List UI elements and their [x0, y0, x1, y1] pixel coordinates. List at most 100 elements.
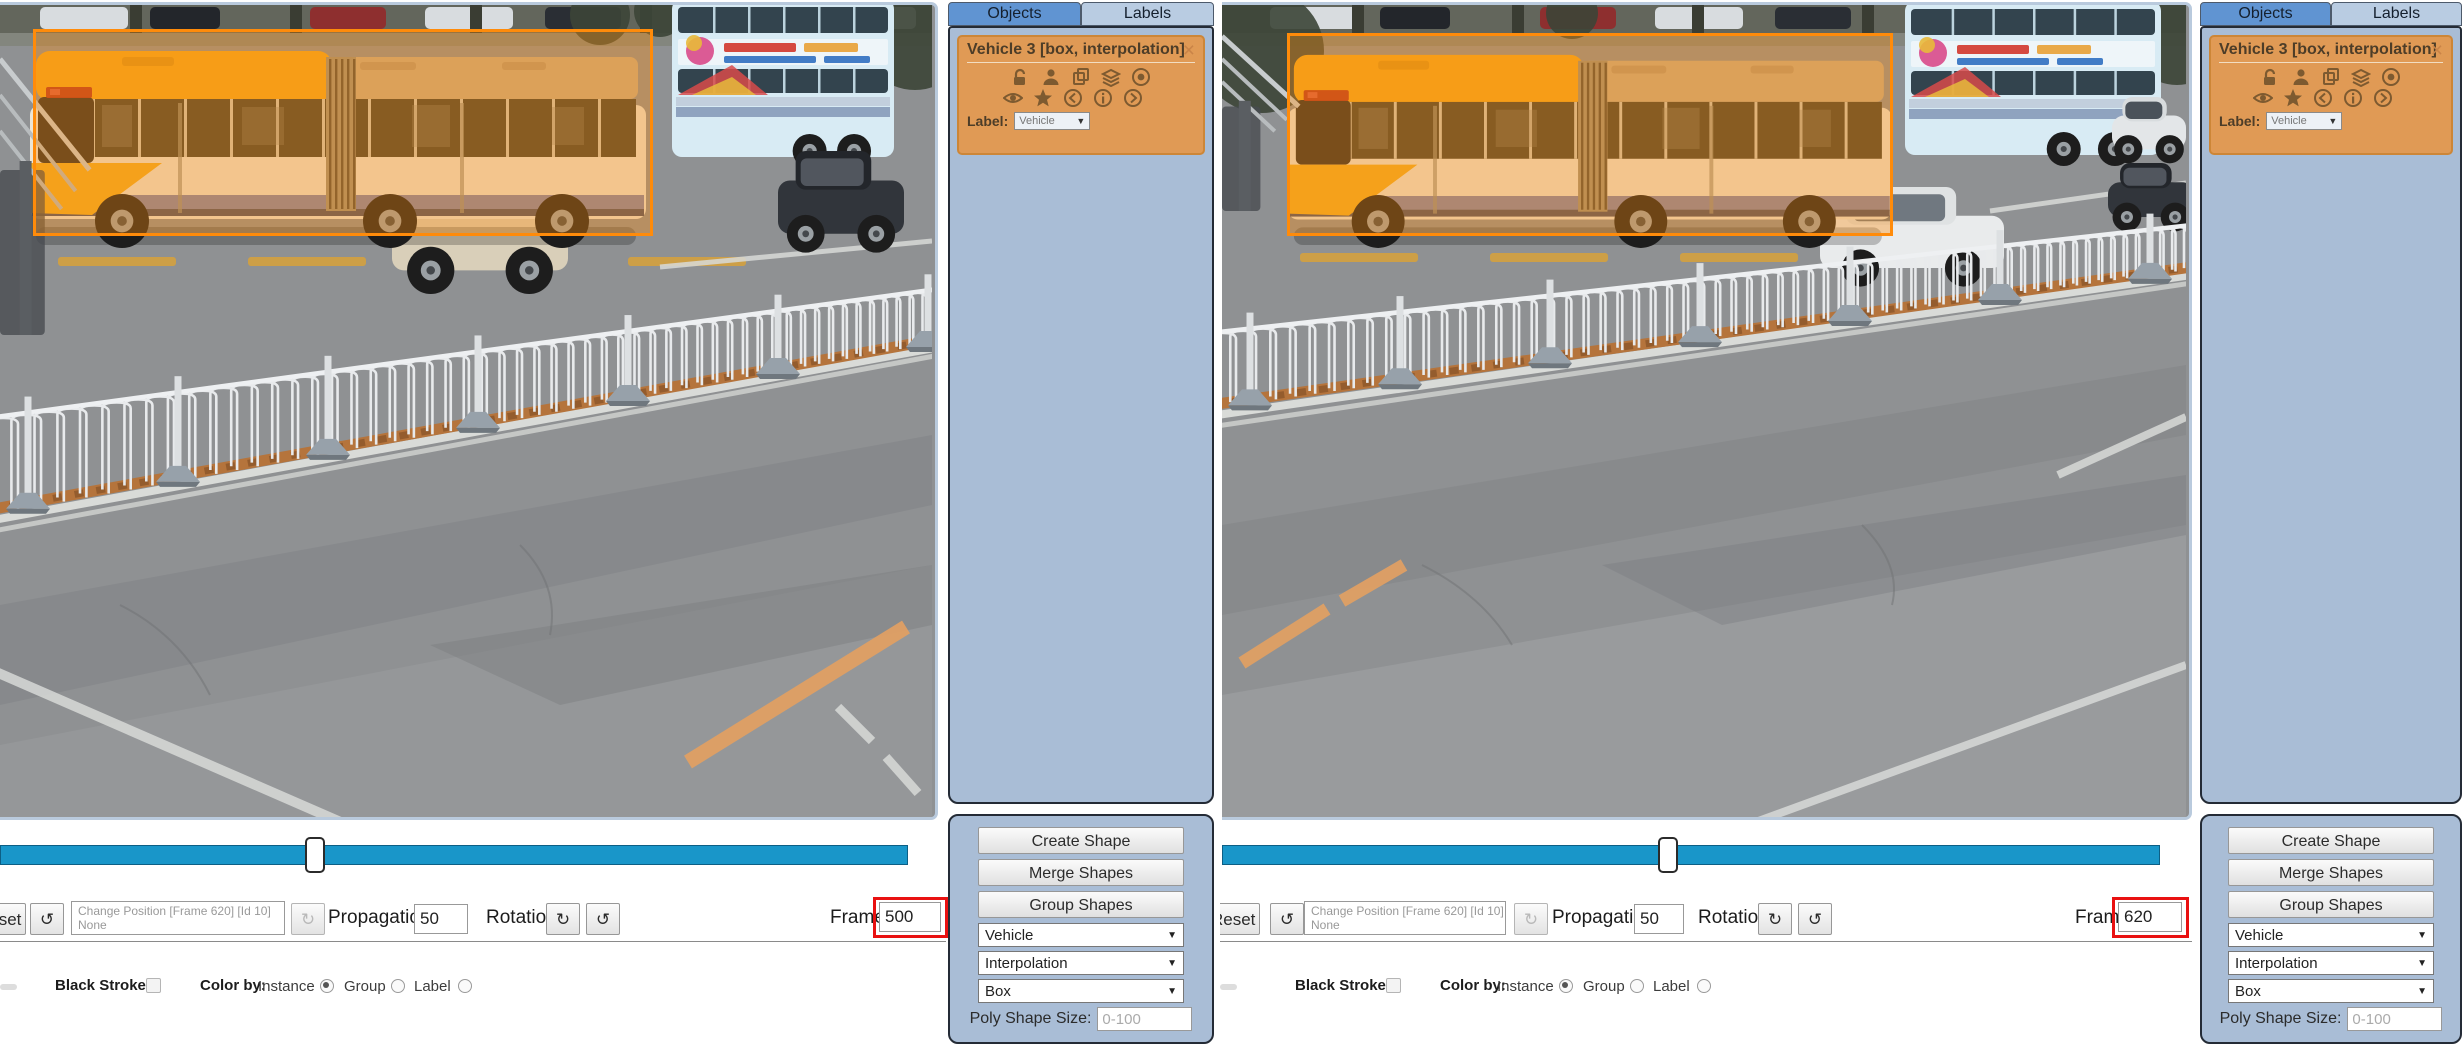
- rotate-clockwise-button[interactable]: ↻: [1758, 903, 1792, 935]
- group-shapes-button[interactable]: Group Shapes: [2228, 891, 2434, 918]
- prev-keyframe-icon[interactable]: [2313, 88, 2333, 108]
- frame-input[interactable]: [879, 902, 941, 932]
- merge-shapes-button[interactable]: Merge Shapes: [2228, 859, 2434, 886]
- group-shapes-button[interactable]: Group Shapes: [978, 891, 1184, 918]
- star-icon[interactable]: [2283, 88, 2303, 108]
- poly-shape-size-input[interactable]: [1097, 1007, 1192, 1031]
- cvat-comparison-stage: Objects Labels Vehicle 3 [box, interpola…: [0, 0, 2464, 1048]
- reset-button[interactable]: Reset: [1220, 903, 1260, 935]
- object-label-select[interactable]: Vehicle ▼: [1014, 112, 1090, 130]
- close-icon[interactable]: ×: [2431, 39, 2443, 63]
- video-canvas[interactable]: [0, 2, 938, 820]
- shape-type-select[interactable]: Box▼: [2228, 979, 2434, 1003]
- color-by-label-radio[interactable]: [1697, 979, 1711, 993]
- close-icon[interactable]: ×: [1183, 39, 1195, 63]
- chevron-down-icon: ▼: [2417, 930, 2427, 941]
- copy-icon[interactable]: [2321, 67, 2341, 87]
- history-line2: None: [78, 918, 278, 932]
- black-stroke-checkbox[interactable]: [1386, 978, 1401, 993]
- tab-objects[interactable]: Objects: [948, 2, 1081, 26]
- reset-button[interactable]: Reset: [0, 903, 26, 935]
- label-type-select[interactable]: Vehicle▼: [978, 923, 1184, 947]
- unlock-icon[interactable]: [1011, 67, 1031, 87]
- merge-shapes-button[interactable]: Merge Shapes: [978, 859, 1184, 886]
- color-by-instance-radio[interactable]: [1559, 979, 1573, 993]
- divider-line: [1220, 941, 2192, 942]
- frame-slider-handle[interactable]: [1658, 837, 1678, 873]
- keyframe-icon[interactable]: [1131, 67, 1151, 87]
- rotate-ccw-icon: ↺: [596, 910, 610, 929]
- color-by-label-radio[interactable]: [458, 979, 472, 993]
- shape-controls-panel: Create Shape Merge Shapes Group Shapes V…: [2200, 814, 2462, 1044]
- undo-icon: ↺: [1280, 910, 1294, 929]
- undo-icon: ↺: [40, 910, 54, 929]
- next-keyframe-icon[interactable]: [2373, 88, 2393, 108]
- tab-labels[interactable]: Labels: [2331, 2, 2462, 26]
- frame-slider-track[interactable]: [0, 845, 908, 865]
- color-by-instance-label: Instance: [258, 978, 315, 995]
- z-order-layers-icon[interactable]: [1101, 67, 1121, 87]
- create-shape-button[interactable]: Create Shape: [2228, 827, 2434, 854]
- occluded-person-icon[interactable]: [1041, 67, 1061, 87]
- mode-select[interactable]: Interpolation▼: [2228, 951, 2434, 975]
- frame-slider-handle[interactable]: [305, 837, 325, 873]
- copy-icon[interactable]: [1071, 67, 1091, 87]
- rotate-ccw-icon: ↺: [1808, 910, 1822, 929]
- keyframe-icon[interactable]: [2381, 67, 2401, 87]
- object-label-select[interactable]: Vehicle ▼: [2266, 112, 2342, 130]
- frame-input[interactable]: [2118, 902, 2182, 932]
- unlock-icon[interactable]: [2261, 67, 2281, 87]
- shape-type-select[interactable]: Box▼: [978, 979, 1184, 1003]
- frame-slider-track[interactable]: [1222, 845, 2160, 865]
- propagation-input[interactable]: [1634, 904, 1684, 934]
- next-keyframe-icon[interactable]: [1123, 88, 1143, 108]
- redo-button[interactable]: ↻: [1514, 903, 1548, 935]
- undo-button[interactable]: ↺: [30, 903, 64, 935]
- history-box: Change Position [Frame 620] [Id 10] None: [71, 901, 285, 935]
- stroke-width-slider-remnant[interactable]: [0, 984, 17, 990]
- rotate-cw-icon: ↻: [556, 910, 570, 929]
- poly-shape-size-input[interactable]: [2347, 1007, 2442, 1031]
- rotate-clockwise-button[interactable]: ↻: [546, 903, 580, 935]
- mode-select[interactable]: Interpolation▼: [978, 951, 1184, 975]
- eye-icon[interactable]: [2253, 88, 2273, 108]
- z-order-layers-icon[interactable]: [2351, 67, 2371, 87]
- rotate-counterclockwise-button[interactable]: ↺: [1798, 903, 1832, 935]
- info-icon[interactable]: [1093, 88, 1113, 108]
- chevron-down-icon: ▼: [1167, 930, 1177, 941]
- history-line2: None: [1311, 918, 1499, 932]
- color-by-label: Color by:: [200, 977, 266, 994]
- annotation-view-left: Objects Labels Vehicle 3 [box, interpola…: [0, 0, 1216, 1048]
- color-by-instance-radio[interactable]: [320, 979, 334, 993]
- rotate-cw-icon: ↻: [1768, 910, 1782, 929]
- color-by-group-radio[interactable]: [1630, 979, 1644, 993]
- color-by-group-label: Group: [1583, 978, 1625, 995]
- redo-button[interactable]: ↻: [291, 903, 325, 935]
- object-card[interactable]: Vehicle 3 [box, interpolation] ×: [957, 35, 1205, 155]
- create-shape-button[interactable]: Create Shape: [978, 827, 1184, 854]
- vehicle-bounding-box[interactable]: [1287, 33, 1893, 236]
- video-canvas[interactable]: [1222, 2, 2192, 820]
- propagation-input[interactable]: [414, 904, 468, 934]
- color-by-group-radio[interactable]: [391, 979, 405, 993]
- card-divider: [967, 62, 1195, 63]
- label-caption: Label:: [2219, 113, 2260, 129]
- info-icon[interactable]: [2343, 88, 2363, 108]
- label-type-select[interactable]: Vehicle▼: [2228, 923, 2434, 947]
- star-icon[interactable]: [1033, 88, 1053, 108]
- undo-button[interactable]: ↺: [1270, 903, 1304, 935]
- color-by-label-label: Label: [414, 978, 451, 995]
- black-stroke-checkbox[interactable]: [146, 978, 161, 993]
- tab-labels[interactable]: Labels: [1081, 2, 1214, 26]
- object-card[interactable]: Vehicle 3 [box, interpolation] ×: [2209, 35, 2453, 155]
- sidebar-tabs: Objects Labels: [2200, 2, 2462, 26]
- rotate-counterclockwise-button[interactable]: ↺: [586, 903, 620, 935]
- occluded-person-icon[interactable]: [2291, 67, 2311, 87]
- label-caption: Label:: [967, 113, 1008, 129]
- tab-objects[interactable]: Objects: [2200, 2, 2331, 26]
- stroke-width-slider-remnant[interactable]: [1220, 984, 1237, 990]
- prev-keyframe-icon[interactable]: [1063, 88, 1083, 108]
- eye-icon[interactable]: [1003, 88, 1023, 108]
- chevron-down-icon: ▼: [2417, 958, 2427, 969]
- vehicle-bounding-box[interactable]: [33, 29, 653, 236]
